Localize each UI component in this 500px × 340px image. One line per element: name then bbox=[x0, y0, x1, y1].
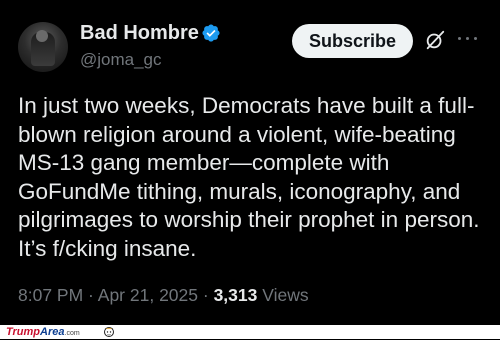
more-dot bbox=[474, 36, 477, 40]
subscribe-button[interactable]: Subscribe bbox=[292, 24, 413, 58]
watermark-logo: TrumpArea.com bbox=[6, 326, 80, 340]
views-count: 3,313 bbox=[213, 285, 258, 305]
meta-separator: · bbox=[83, 285, 98, 305]
tweet-time[interactable]: 8:07 PM bbox=[18, 285, 83, 305]
mascot-icon bbox=[104, 327, 114, 337]
watermark-brand-part2: Area bbox=[40, 326, 65, 338]
watermark-brand-suffix: .com bbox=[64, 330, 80, 337]
author-handle[interactable]: @joma_gc bbox=[80, 51, 162, 68]
avatar-head bbox=[36, 30, 48, 42]
watermark-bar: TrumpArea.com bbox=[0, 325, 500, 339]
verified-badge-icon bbox=[202, 24, 220, 42]
avatar[interactable] bbox=[18, 22, 68, 72]
author-display-name[interactable]: Bad Hombre bbox=[80, 23, 199, 43]
more-dot bbox=[466, 36, 469, 40]
meta-separator: · bbox=[198, 285, 214, 305]
tweet-date[interactable]: Apr 21, 2025 bbox=[98, 285, 198, 305]
more-dot bbox=[458, 36, 461, 40]
more-options-icon[interactable] bbox=[458, 31, 482, 45]
views-label: Views bbox=[257, 285, 309, 305]
grok-icon[interactable] bbox=[424, 29, 446, 51]
tweet-card: Bad Hombre @joma_gc Subscribe In just tw… bbox=[0, 0, 500, 325]
tweet-text: In just two weeks, Democrats have built … bbox=[18, 93, 480, 261]
tweet-meta: 8:07 PM · Apr 21, 2025 · 3,313 Views bbox=[18, 285, 309, 305]
watermark-brand-part1: Trump bbox=[6, 326, 41, 338]
